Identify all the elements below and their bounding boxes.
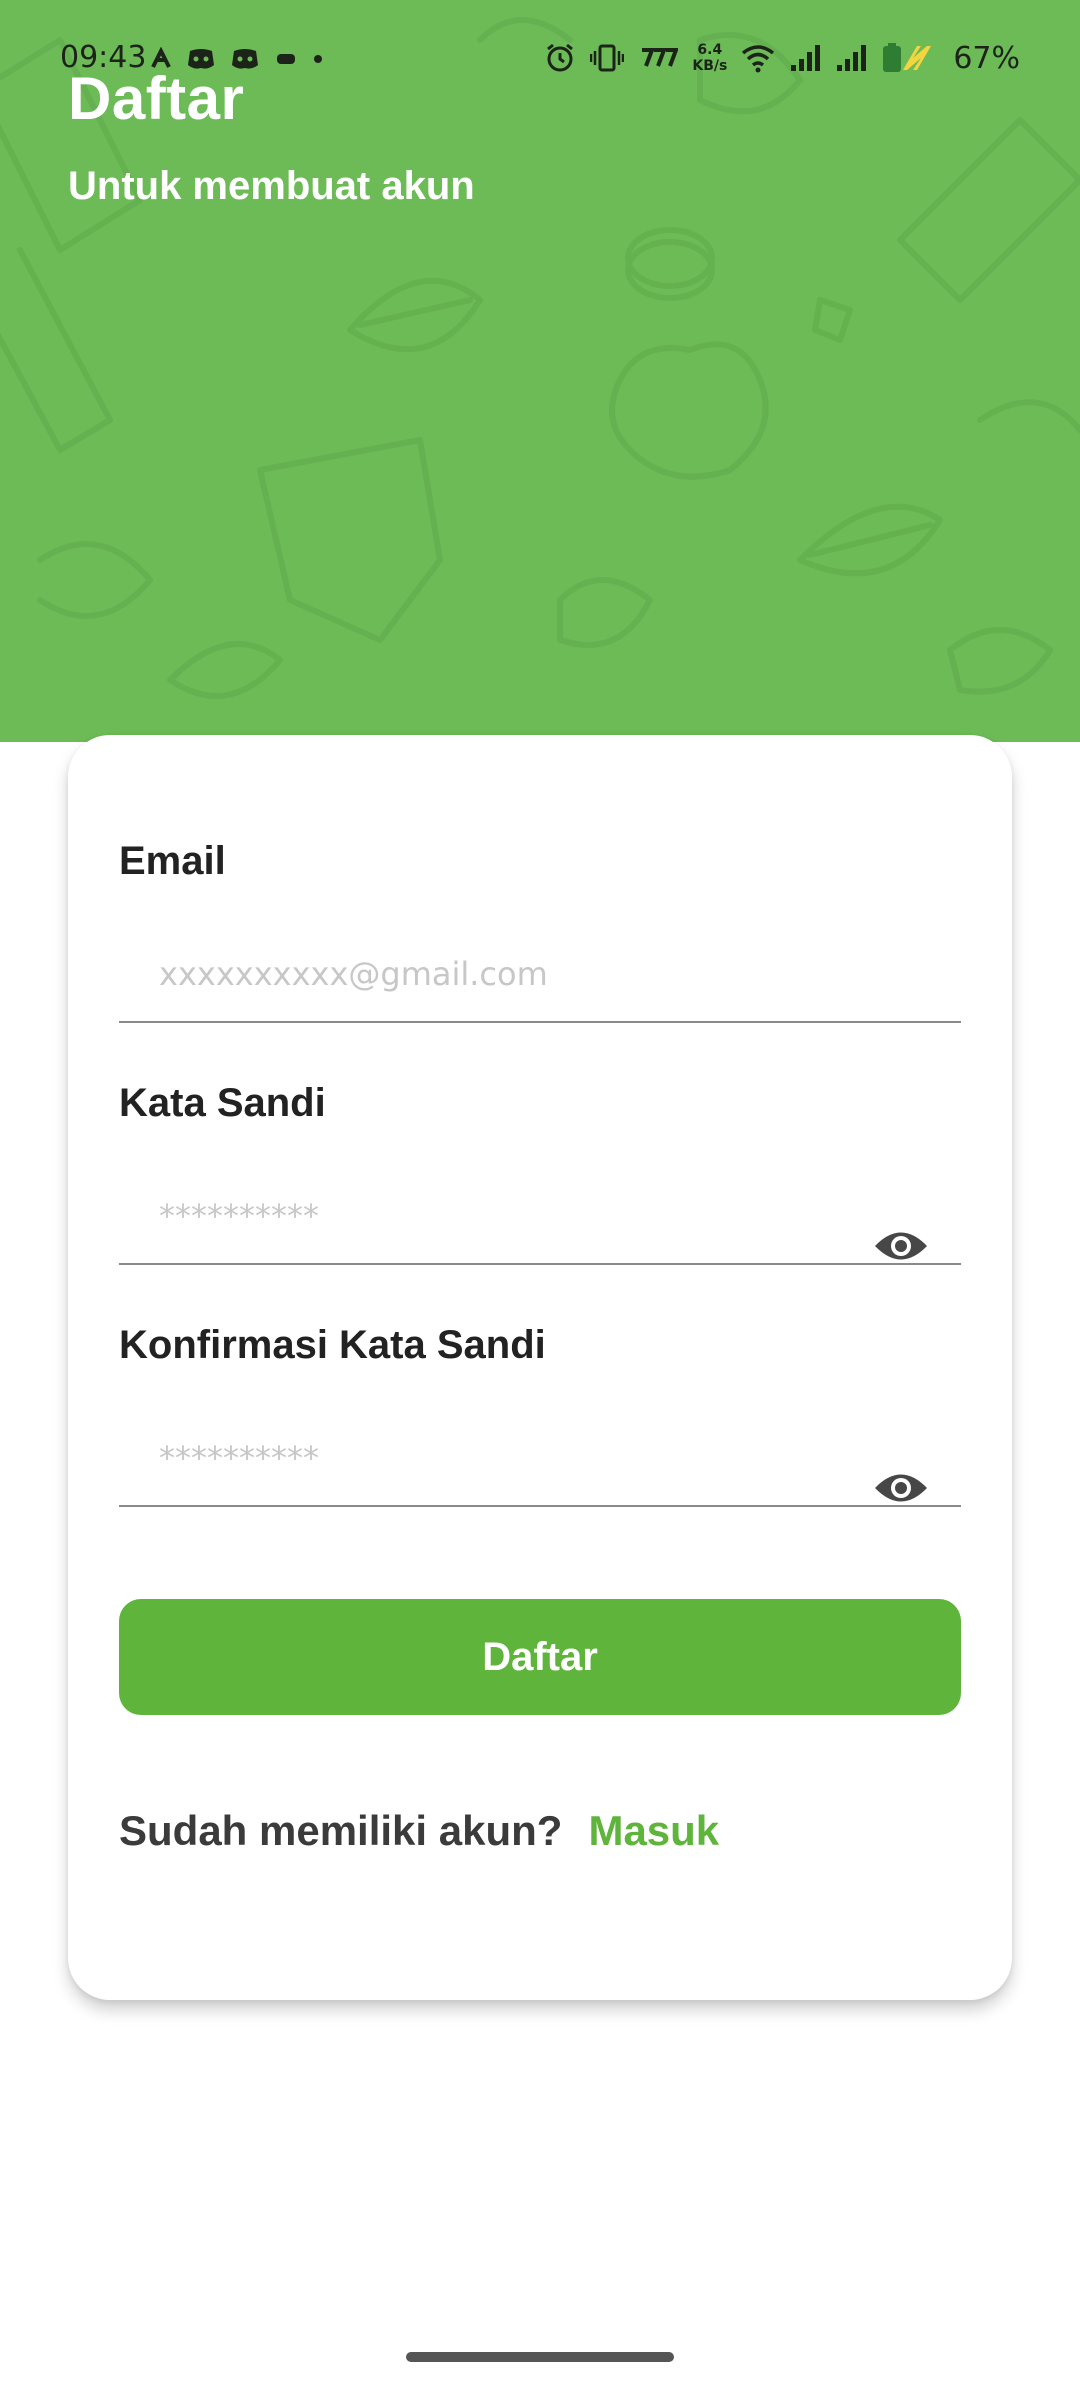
network-speed-unit: KB/s — [692, 58, 728, 74]
carrier-icon — [642, 48, 679, 67]
network-speed-value: 6.4 — [697, 42, 723, 58]
email-label: Email — [119, 839, 226, 883]
home-indicator-bar[interactable] — [406, 2352, 674, 2362]
header-banner: 09:43 6.4 KB/s 67% Daftar Untuk membuat … — [0, 0, 1080, 742]
dot-icon — [314, 55, 322, 63]
network-speed: 6.4 KB/s — [692, 42, 727, 74]
confirm-password-field[interactable] — [119, 1411, 961, 1507]
page-title: Daftar — [68, 65, 245, 132]
alarm-icon — [547, 43, 574, 72]
battery-percentage: 67% — [953, 40, 1020, 76]
toggle-confirm-password-visibility-button[interactable] — [871, 1466, 931, 1510]
eye-icon — [875, 1232, 927, 1260]
wifi-icon — [742, 45, 775, 73]
vibrate-icon — [590, 44, 625, 72]
confirm-password-label: Konfirmasi Kata Sandi — [119, 1323, 546, 1367]
login-question-text: Sudah memiliki akun? — [119, 1807, 563, 1854]
login-prompt: Sudah memiliki akun? Masuk — [119, 1807, 719, 1855]
battery-charging-icon — [883, 43, 932, 72]
register-form-card: Email Kata Sandi Konfirmasi Kata Sandi D… — [68, 735, 1012, 2000]
password-label: Kata Sandi — [119, 1081, 326, 1125]
toggle-password-visibility-button[interactable] — [871, 1224, 931, 1268]
email-field[interactable] — [119, 927, 961, 1023]
system-status-icons: 6.4 KB/s 67% — [544, 38, 1020, 78]
page-subtitle: Untuk membuat akun — [68, 164, 475, 208]
signal-icon — [837, 45, 867, 71]
signal-icon — [791, 45, 821, 71]
eye-icon — [875, 1474, 927, 1502]
password-field[interactable] — [119, 1169, 961, 1265]
register-button[interactable]: Daftar — [119, 1599, 961, 1715]
register-screen: 09:43 6.4 KB/s 67% Daftar Untuk membuat … — [0, 0, 1080, 2388]
login-link[interactable]: Masuk — [588, 1807, 719, 1855]
game-controller-icon — [277, 54, 295, 64]
